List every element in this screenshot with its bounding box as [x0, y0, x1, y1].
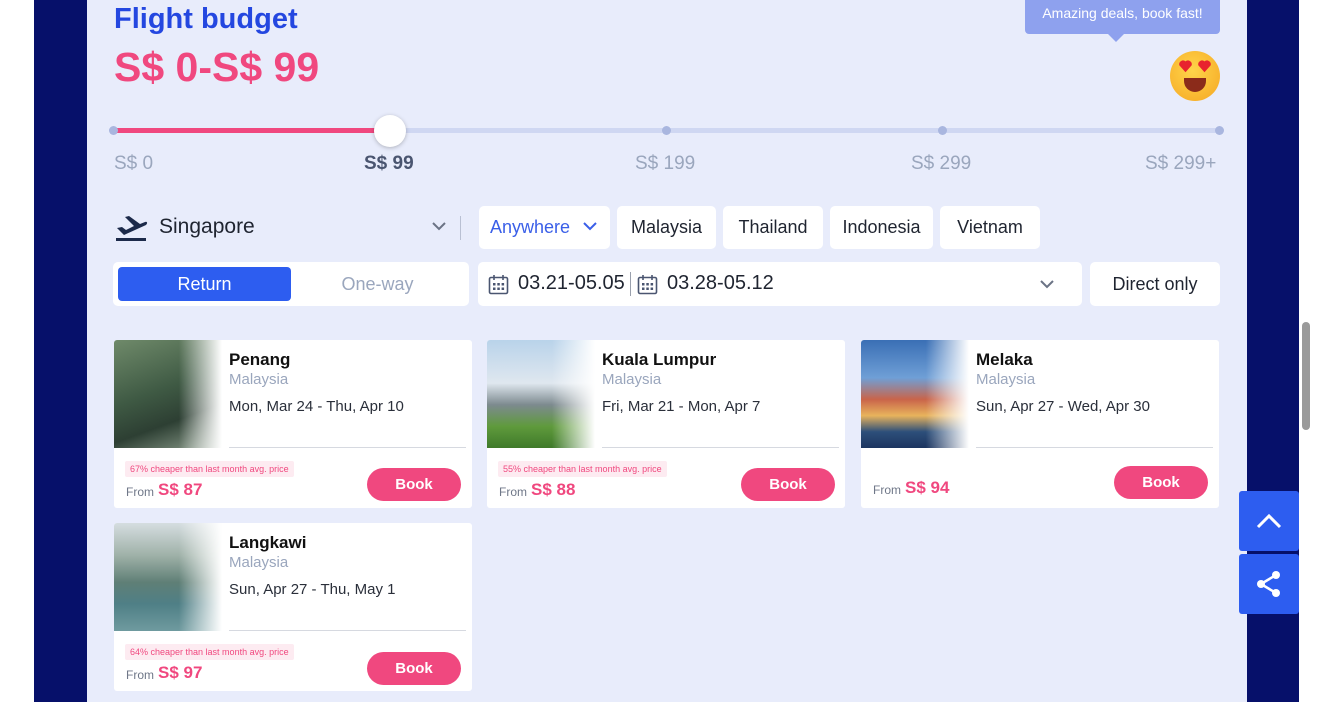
divider: [976, 447, 1213, 448]
destination-chip-thailand[interactable]: Thailand: [723, 206, 823, 249]
scrollbar-thumb[interactable]: [1302, 322, 1310, 430]
calendar-icon: [488, 275, 509, 295]
divider: [602, 447, 839, 448]
destination-photo: [114, 523, 222, 631]
origin-city: Singapore: [159, 215, 255, 238]
chevron-down-icon: [583, 222, 597, 231]
calendar-icon: [637, 275, 658, 295]
destination-photo: [487, 340, 595, 448]
destination-chip-indonesia[interactable]: Indonesia: [830, 206, 933, 249]
share-button[interactable]: [1239, 554, 1299, 614]
budget-range: S$ 0-S$ 99: [114, 44, 320, 90]
deal-card-langkawi[interactable]: Langkawi Malaysia Sun, Apr 27 - Thu, May…: [114, 523, 472, 691]
from-label: From: [126, 485, 154, 499]
chevron-down-icon: [1040, 280, 1054, 289]
from-label: From: [126, 668, 154, 682]
from-label: From: [873, 483, 901, 497]
slider-tick-label: S$ 299: [911, 153, 972, 174]
deal-price: S$ 87: [158, 480, 203, 499]
slider-tick-label: S$ 299+: [1145, 153, 1217, 174]
deal-dates: Mon, Mar 24 - Thu, Apr 10: [229, 398, 404, 415]
destination-selected: Anywhere: [489, 217, 571, 237]
deal-city: Melaka: [976, 350, 1033, 369]
book-button[interactable]: Book: [1114, 466, 1208, 499]
deal-city: Kuala Lumpur: [602, 350, 717, 369]
destination-chip-vietnam[interactable]: Vietnam: [940, 206, 1040, 249]
deal-card-melaka[interactable]: Melaka Malaysia Sun, Apr 27 - Wed, Apr 3…: [861, 340, 1219, 508]
slider-stop[interactable]: [662, 126, 671, 135]
one-way-button[interactable]: One-way: [291, 267, 464, 301]
deal-price: S$ 94: [905, 478, 950, 497]
deal-price: S$ 97: [158, 663, 203, 682]
divider: [630, 272, 631, 296]
budget-slider-handle[interactable]: [374, 115, 406, 147]
deal-card-kuala-lumpur[interactable]: Kuala Lumpur Malaysia Fri, Mar 21 - Mon,…: [487, 340, 845, 508]
depart-date-range: 03.21-05.05: [518, 272, 625, 294]
date-range-selector[interactable]: 03.21-05.05 03.28-05.12: [478, 262, 1082, 306]
deal-country: Malaysia: [229, 554, 289, 571]
deal-dates: Fri, Mar 21 - Mon, Apr 7: [602, 398, 761, 415]
deal-dates: Sun, Apr 27 - Thu, May 1: [229, 581, 396, 598]
slider-stop[interactable]: [1215, 126, 1224, 135]
budget-slider-fill: [113, 128, 390, 133]
return-date-range: 03.28-05.12: [667, 272, 774, 294]
deal-country: Malaysia: [602, 371, 662, 388]
destination-anywhere-dropdown[interactable]: Anywhere: [479, 206, 610, 249]
deal-city: Penang: [229, 350, 291, 369]
chevron-up-icon: [1256, 513, 1282, 529]
deal-country: Malaysia: [229, 371, 289, 388]
deal-city: Langkawi: [229, 533, 307, 552]
deal-card-penang[interactable]: Penang Malaysia Mon, Mar 24 - Thu, Apr 1…: [114, 340, 472, 508]
scroll-to-top-button[interactable]: [1239, 491, 1299, 551]
chevron-down-icon: [432, 222, 446, 231]
savings-badge: 64% cheaper than last month avg. price: [125, 644, 294, 660]
deal-price: S$ 88: [531, 480, 576, 499]
deal-country: Malaysia: [976, 371, 1036, 388]
share-icon: [1257, 571, 1280, 597]
slider-stop[interactable]: [938, 126, 947, 135]
slider-stop[interactable]: [109, 126, 118, 135]
slider-tick-label: S$ 0: [114, 153, 154, 174]
trip-type-toggle: Return One-way: [113, 262, 469, 306]
heart-eyes-emoji-icon: [1170, 51, 1220, 101]
deal-dates: Sun, Apr 27 - Wed, Apr 30: [976, 398, 1150, 415]
origin-selector[interactable]: Singapore: [114, 207, 460, 247]
destination-photo: [861, 340, 969, 448]
page: Flight budget S$ 0-S$ 99 Amazing deals, …: [0, 0, 1342, 702]
from-label: From: [499, 485, 527, 499]
plane-takeoff-icon: [116, 216, 148, 241]
savings-badge: 55% cheaper than last month avg. price: [498, 461, 667, 477]
book-button[interactable]: Book: [741, 468, 835, 501]
destination-photo: [114, 340, 222, 448]
divider: [229, 447, 466, 448]
slider-tick-label: S$ 199: [635, 153, 696, 174]
deals-tooltip: Amazing deals, book fast!: [1025, 0, 1220, 42]
book-button[interactable]: Book: [367, 652, 461, 685]
direct-only-toggle[interactable]: Direct only: [1090, 262, 1220, 306]
slider-tick-label-active: S$ 99: [364, 153, 414, 174]
destination-chip-malaysia[interactable]: Malaysia: [617, 206, 716, 249]
return-button[interactable]: Return: [118, 267, 291, 301]
budget-title: Flight budget: [114, 3, 298, 35]
savings-badge: 67% cheaper than last month avg. price: [125, 461, 294, 477]
divider: [460, 216, 461, 240]
divider: [229, 630, 466, 631]
book-button[interactable]: Book: [367, 468, 461, 501]
